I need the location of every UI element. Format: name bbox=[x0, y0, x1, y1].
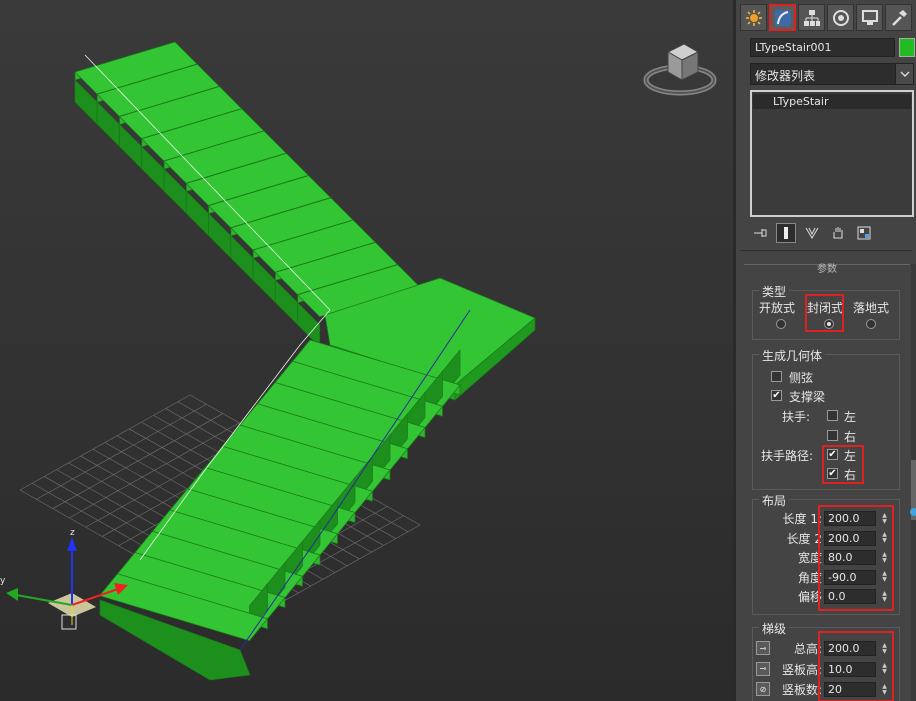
display-icon bbox=[861, 9, 878, 25]
motion-icon bbox=[832, 9, 849, 26]
carriage-label: 支撑梁 bbox=[789, 390, 826, 404]
layout-label-0: 长度 1: bbox=[782, 512, 823, 526]
svg-text:y: y bbox=[0, 576, 6, 586]
type-open-label: 开放式 bbox=[759, 301, 796, 315]
stack-toolbar bbox=[750, 222, 914, 244]
steps-label-0: 总高: bbox=[793, 642, 822, 656]
spinner-icon[interactable]: ▲ ▼ bbox=[879, 550, 890, 565]
tab-utilities[interactable] bbox=[885, 4, 912, 31]
spinner-icon[interactable]: ▲ ▼ bbox=[879, 641, 890, 656]
layout-label-2: 宽度 bbox=[797, 551, 822, 565]
type-closed-radio[interactable] bbox=[824, 319, 834, 329]
tab-modify[interactable] bbox=[769, 4, 796, 31]
layout-field-0[interactable]: 200.0 bbox=[824, 511, 876, 526]
rail-path-right-checkbox[interactable]: ✔ bbox=[827, 468, 838, 479]
layout-group-title: 布局 bbox=[759, 492, 790, 509]
modifier-stack[interactable]: LTypeStair bbox=[750, 90, 914, 217]
parameters-rollout: 参数 类型 开放式 封闭式 落地式 生成几何体 侧弦 ✔ 支撑梁 扶手: 左 右… bbox=[744, 264, 910, 701]
object-color-swatch[interactable] bbox=[899, 38, 915, 57]
steps-group-title: 梯级 bbox=[759, 620, 790, 637]
handrail-left-label: 左 bbox=[844, 410, 857, 424]
rail-path-left-label: 左 bbox=[844, 449, 857, 463]
show-end-result-icon[interactable] bbox=[776, 223, 796, 243]
tab-motion[interactable] bbox=[827, 4, 854, 31]
hierarchy-icon bbox=[803, 9, 820, 26]
create-icon bbox=[745, 9, 762, 26]
type-group-title: 类型 bbox=[759, 283, 790, 300]
make-unique-icon[interactable] bbox=[802, 223, 822, 243]
rail-path-label: 扶手路径: bbox=[761, 449, 814, 463]
axis-gizmo: z y bbox=[0, 528, 128, 630]
spinner-icon[interactable]: ▲ ▼ bbox=[879, 589, 890, 604]
divider bbox=[740, 250, 912, 251]
layout-label-1: 长度 2 bbox=[786, 531, 822, 546]
carriage-checkbox[interactable]: ✔ bbox=[771, 390, 782, 401]
layout-label-3: 角度 bbox=[797, 570, 822, 585]
remove-modifier-icon[interactable] bbox=[828, 223, 848, 243]
tab-create[interactable] bbox=[740, 4, 767, 31]
viewcube[interactable] bbox=[640, 38, 720, 100]
stringers-checkbox[interactable] bbox=[771, 371, 782, 382]
spinner-icon[interactable]: ▲ ▼ bbox=[879, 682, 890, 697]
chevron-down-icon[interactable] bbox=[895, 64, 913, 84]
command-panel-tabs bbox=[740, 4, 916, 32]
modifier-list-label: 修改器列表 bbox=[755, 69, 816, 83]
layout-label-4: 偏移 bbox=[797, 590, 822, 604]
layout-field-2[interactable]: 80.0 bbox=[824, 550, 876, 565]
handrail-left-checkbox[interactable] bbox=[827, 410, 838, 421]
stack-item-ltypestair[interactable]: LTypeStair bbox=[753, 94, 911, 109]
type-open-radio[interactable] bbox=[776, 319, 786, 329]
steps-field-2[interactable]: 20 bbox=[824, 682, 876, 697]
pin-stack-icon[interactable] bbox=[750, 223, 770, 243]
type-boxed-radio[interactable] bbox=[866, 319, 876, 329]
layout-field-4[interactable]: 0.0 bbox=[824, 589, 876, 604]
stringers-label: 侧弦 bbox=[789, 371, 814, 385]
steps-label-1: 竖板高: bbox=[781, 662, 822, 677]
handrail-label: 扶手: bbox=[782, 410, 811, 424]
spinner-icon[interactable]: ▲ ▼ bbox=[879, 570, 890, 585]
steps-field-0[interactable]: 200.0 bbox=[824, 641, 876, 656]
rollout-title[interactable]: 参数 bbox=[744, 260, 910, 275]
layout-field-3[interactable]: -90.0 bbox=[824, 569, 876, 585]
spinner-icon[interactable]: ▲ ▼ bbox=[879, 662, 890, 677]
tab-display[interactable] bbox=[856, 4, 883, 31]
spinner-icon[interactable]: ▲ ▼ bbox=[879, 531, 890, 546]
generate-geometry-title: 生成几何体 bbox=[759, 347, 826, 364]
handrail-right-checkbox[interactable] bbox=[827, 430, 838, 441]
rail-path-left-checkbox[interactable]: ✔ bbox=[827, 449, 838, 460]
configure-modifier-sets-icon[interactable] bbox=[854, 223, 874, 243]
tab-hierarchy[interactable] bbox=[798, 4, 825, 31]
modify-icon bbox=[774, 9, 791, 26]
svg-text:z: z bbox=[70, 528, 75, 538]
modifier-list-dropdown[interactable]: 修改器列表 bbox=[750, 63, 914, 85]
handrail-right-label: 右 bbox=[844, 430, 857, 444]
layout-field-1[interactable]: 200.0 bbox=[824, 530, 876, 546]
type-closed-label: 封闭式 bbox=[807, 301, 844, 315]
viewport-perspective[interactable]: z y bbox=[0, 0, 733, 701]
hammer-icon bbox=[891, 9, 907, 26]
type-boxed-label: 落地式 bbox=[853, 301, 890, 315]
steps-field-1[interactable]: 10.0 bbox=[824, 661, 876, 677]
object-name-field[interactable]: LTypeStair001 bbox=[750, 38, 895, 57]
rail-path-right-label: 右 bbox=[844, 468, 857, 482]
steps-label-2: 竖板数: bbox=[781, 683, 822, 697]
scroll-position-indicator bbox=[910, 508, 916, 516]
spinner-icon[interactable]: ▲ ▼ bbox=[879, 511, 890, 526]
command-panel: LTypeStair001 修改器列表 LTypeStair 参数 类型 开放式… bbox=[733, 0, 916, 701]
